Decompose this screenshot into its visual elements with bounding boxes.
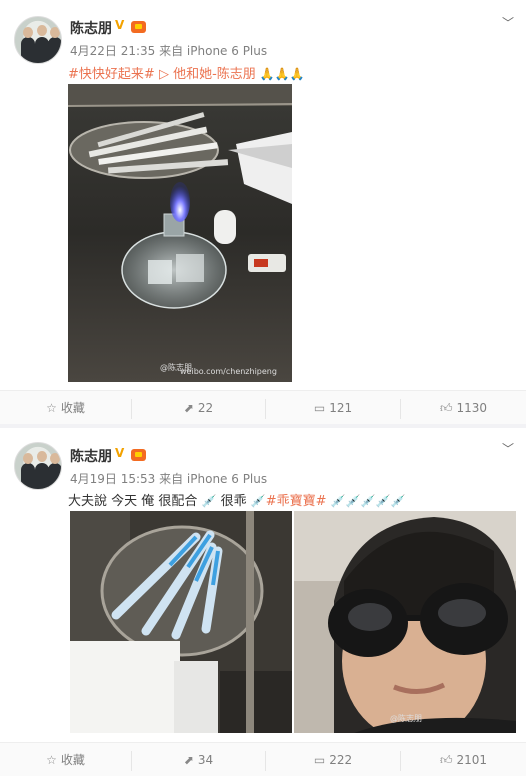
author-name[interactable]: 陈志朋: [70, 18, 112, 38]
post-meta[interactable]: 4月19日 15:53 来自 iPhone 6 Plus: [70, 470, 267, 487]
syringe-emoji: 💉: [201, 494, 217, 508]
star-outline-icon: ☆: [46, 401, 57, 415]
like-button[interactable]: 👍︎ 2101: [401, 743, 526, 776]
member-crown-icon: [131, 21, 146, 33]
thumbs-up-icon: 👍︎: [439, 401, 453, 415]
repost-icon: ⬈: [183, 753, 194, 767]
verified-icon: V: [115, 446, 125, 460]
star-outline-icon: ☆: [46, 753, 57, 767]
comment-icon: ▭: [313, 753, 326, 767]
hashtag-link[interactable]: #快快好起来#: [68, 67, 155, 82]
repost-button[interactable]: ⬈ 34: [132, 743, 265, 776]
post-photo-selfie[interactable]: @陈志朋: [294, 511, 516, 733]
video-link[interactable]: ▷ 他和她-陈志朋: [159, 67, 256, 82]
action-bar: ☆ 收藏 ⬈ 34 ▭ 222 👍︎ 2101: [0, 742, 526, 776]
post-text: #快快好起来# ▷ 他和她-陈志朋 🙏🙏🙏: [68, 63, 305, 82]
syringe-emoji-row: 💉💉💉💉💉: [330, 494, 406, 508]
post-text-part2: 很乖: [220, 494, 247, 509]
comment-icon: ▭: [313, 401, 326, 415]
verified-icon: V: [115, 18, 125, 32]
post-text: 大夫說 今天 俺 很配合 💉 很乖 💉#乖寶寶# 💉💉💉💉💉: [68, 490, 405, 509]
watermark-url: weibo.com/chenzhipeng: [180, 367, 277, 376]
comment-button[interactable]: ▭ 121: [266, 391, 400, 425]
post-meta[interactable]: 4月22日 21:35 来自 iPhone 6 Plus: [70, 42, 267, 59]
weibo-post: 陈志朋 V ﹀ 4月19日 15:53 来自 iPhone 6 Plus 大夫說…: [0, 428, 526, 776]
post-photo-syringes[interactable]: [70, 511, 292, 733]
thumbs-up-icon: 👍︎: [439, 753, 453, 767]
pray-emoji: 🙏🙏🙏: [259, 67, 305, 81]
weibo-post: 陈志朋 V ﹀ 4月22日 21:35 来自 iPhone 6 Plus #快快…: [0, 0, 526, 424]
syringe-emoji: 💉: [250, 494, 266, 508]
avatar[interactable]: [14, 16, 62, 64]
chevron-down-icon[interactable]: ﹀: [502, 14, 514, 31]
action-bar: ☆ 收藏 ⬈ 22 ▭ 121 👍︎ 1130: [0, 390, 526, 424]
post-text-part1: 大夫說 今天 俺 很配合: [68, 494, 198, 509]
post-photo[interactable]: weibo.com/chenzhipeng @陈志朋: [68, 84, 292, 382]
chevron-down-icon[interactable]: ﹀: [502, 440, 514, 457]
repost-icon: ⬈: [183, 401, 194, 415]
author-name[interactable]: 陈志朋: [70, 446, 112, 466]
collect-button[interactable]: ☆ 收藏: [0, 743, 131, 776]
play-triangle-icon: ▷: [158, 67, 174, 82]
watermark: @陈志朋: [390, 714, 422, 723]
collect-button[interactable]: ☆ 收藏: [0, 391, 131, 425]
avatar[interactable]: [14, 442, 62, 490]
comment-button[interactable]: ▭ 222: [266, 743, 400, 776]
hashtag-link[interactable]: #乖寶寶#: [266, 494, 327, 509]
watermark: @陈志朋: [160, 363, 192, 372]
member-crown-icon: [131, 449, 146, 461]
repost-button[interactable]: ⬈ 22: [132, 391, 265, 425]
like-button[interactable]: 👍︎ 1130: [401, 391, 526, 425]
